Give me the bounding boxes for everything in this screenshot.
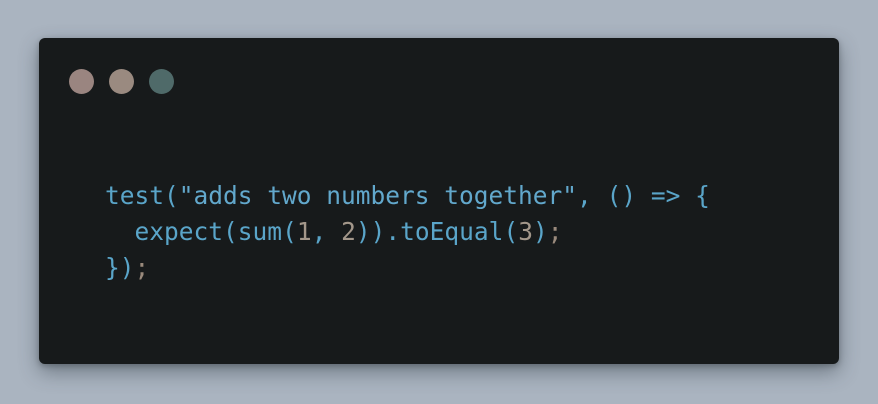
window-dot-2 bbox=[109, 69, 134, 94]
code-token: 3 bbox=[518, 217, 533, 246]
code-token: ( bbox=[282, 217, 297, 246]
code-token: ( bbox=[223, 217, 238, 246]
code-line: test("adds two numbers together", () => … bbox=[105, 178, 710, 214]
code-token: ( bbox=[164, 181, 179, 210]
code-token: ; bbox=[547, 217, 563, 246]
code-token: () bbox=[606, 181, 637, 210]
code-token: toEqual bbox=[400, 217, 504, 246]
code-token: } bbox=[105, 253, 120, 282]
code-line: expect(sum(1, 2)).toEqual(3); bbox=[105, 214, 710, 250]
code-token: ( bbox=[503, 217, 519, 246]
code-token: ) bbox=[532, 217, 548, 246]
code-token: ) bbox=[119, 253, 135, 282]
code-token: test bbox=[105, 181, 165, 210]
code-token: . bbox=[385, 217, 401, 246]
code-token: , bbox=[311, 217, 327, 246]
code-token: { bbox=[695, 181, 710, 210]
code-token: 2 bbox=[341, 217, 356, 246]
code-token: 1 bbox=[296, 217, 312, 246]
code-token: sum bbox=[237, 217, 283, 246]
code-token: => bbox=[650, 181, 681, 210]
window-controls bbox=[69, 69, 174, 94]
code-token: expect bbox=[134, 217, 224, 246]
code-token: "adds two numbers together" bbox=[178, 181, 578, 210]
code-token: )) bbox=[355, 217, 386, 246]
code-line: }); bbox=[105, 250, 710, 286]
code-token: , bbox=[577, 181, 592, 210]
code-window: test("adds two numbers together", () => … bbox=[39, 38, 839, 364]
code-block: test("adds two numbers together", () => … bbox=[105, 178, 710, 286]
window-dot-3 bbox=[149, 69, 174, 94]
window-dot-1 bbox=[69, 69, 94, 94]
code-token: ; bbox=[134, 253, 150, 282]
